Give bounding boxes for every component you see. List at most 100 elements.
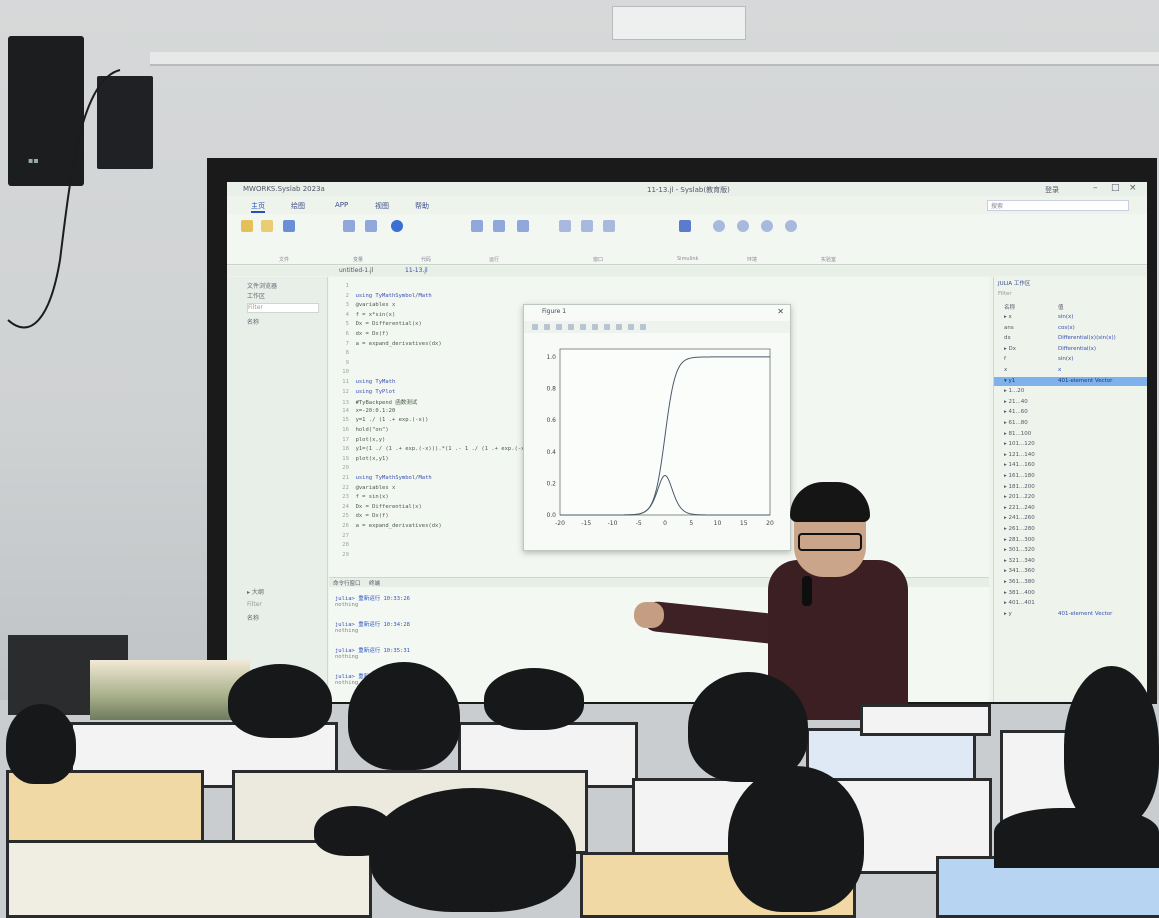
figure-plot[interactable]: -20 -15 -10 -5 0 5 10 15 20 0.0 0.2 0.4 0.6 0.8 1.0 [524,335,790,549]
workspace-row[interactable]: f sin(x) [994,355,1147,364]
figure-window[interactable]: Figure 1 ✕ -20 -15 -10 -5 0 5 10 15 20 0.0 0.2 0.4 0… [523,304,791,551]
console-rerun-link[interactable]: 重新运行 10:35:31 [358,648,410,654]
close-icon[interactable]: × [1129,183,1137,193]
figure-close-icon[interactable]: ✕ [777,307,784,316]
code-line[interactable]: 18 y1=(1 ./ (1 .+ exp.(-x))).*(1 .- 1 ./… [339,446,534,452]
code-line[interactable]: 24 Dx = Differential(x) [339,504,422,510]
workspace-row[interactable]: ▸ y 401-element Vector [994,610,1147,619]
code-line[interactable]: 15 y=1 ./ (1 .+ exp.(-x)) [339,417,428,423]
search-input[interactable]: 搜索 [987,200,1129,211]
figure-rotate-icon[interactable] [592,324,598,330]
tab-terminal[interactable]: 终端 [369,579,380,587]
menu-app[interactable]: APP [335,201,348,209]
code-line[interactable]: 3 @variables x [339,302,396,308]
code-line[interactable]: 1 [339,283,356,289]
preferences-icon[interactable] [713,220,725,232]
menu-plot[interactable]: 绘图 [291,201,305,211]
code-line[interactable]: 6 dx = Dx(f) [339,331,389,337]
code-line[interactable]: 26 a = expand_derivatives(dx) [339,523,441,529]
open-folder-icon[interactable] [261,220,273,232]
workspace-row[interactable]: ▸ 241...260 [994,514,1147,523]
community-icon[interactable] [761,220,773,232]
code-line[interactable]: 20 [339,465,356,471]
workspace-row[interactable]: ▸ 41...60 [994,408,1147,417]
figure-save-icon[interactable] [556,324,562,330]
figure-datatip-icon[interactable] [604,324,610,330]
code-line[interactable]: 17 plot(x,y) [339,437,385,443]
tab-command-window[interactable]: 命令行窗口 [333,579,361,587]
workspace-row[interactable]: ▸ 321...340 [994,557,1147,566]
workspace-row[interactable]: ▸ 161...180 [994,472,1147,481]
figure-colorbar-icon[interactable] [640,324,646,330]
workspace-row[interactable]: ▸ x sin(x) [994,313,1147,322]
code-line[interactable]: 12 using TyPlot [339,389,395,395]
step-icon[interactable] [493,220,505,232]
figure-open-icon[interactable] [544,324,550,330]
code-line[interactable]: 4 f = x*sin(x) [339,312,396,318]
figure-legend-icon[interactable] [628,324,634,330]
menu-home[interactable]: 主页 [251,201,265,213]
workspace-row[interactable]: ▸ 1...20 [994,387,1147,396]
code-line[interactable]: 11 using TyMath [339,379,395,385]
workspace-filter-input[interactable]: Filter [998,291,1012,297]
code-line[interactable]: 25 dx = Dx(f) [339,513,388,519]
split-icon[interactable] [603,220,615,232]
workspace-row[interactable]: ▸ 141...160 [994,461,1147,470]
workspace-row[interactable]: ▸ 361...380 [994,578,1147,587]
workspace-row[interactable]: ▸ 301...320 [994,546,1147,555]
code-line[interactable]: 5 Dx = Differential(x) [339,321,422,327]
login-link[interactable]: 登录 [1045,185,1059,195]
code-line[interactable]: 29 [339,552,356,558]
layout-icon[interactable] [559,220,571,232]
code-line[interactable]: 22 @variables x [339,485,395,491]
menu-view[interactable]: 视图 [375,201,389,211]
figure-grid-icon[interactable] [616,324,622,330]
maximize-icon[interactable]: □ [1111,183,1120,193]
import-data-icon[interactable] [343,220,355,232]
help-icon[interactable] [785,220,797,232]
path-icon[interactable] [737,220,749,232]
workspace-row[interactable]: ▸ 181...200 [994,483,1147,492]
save-workspace-icon[interactable] [365,220,377,232]
menu-help[interactable]: 帮助 [415,201,429,211]
console-rerun-link[interactable]: 重新运行 10:34:28 [358,622,410,628]
workspace-row[interactable]: ▸ 101...120 [994,440,1147,449]
code-line[interactable]: 13 #TyBackpend 函数测试 [339,398,417,406]
file-filter-input[interactable]: Filter [247,303,319,313]
console-rerun-link[interactable]: 重新运行 10:33:26 [358,596,410,602]
workspace-row[interactable]: ▸ 281...300 [994,536,1147,545]
figure-zoom-icon[interactable] [580,324,586,330]
save-icon[interactable] [283,220,295,232]
code-line[interactable]: 19 plot(x,y1) [339,456,388,462]
figure-new-icon[interactable] [532,324,538,330]
workspace-row[interactable]: ▸ 81...100 [994,430,1147,439]
workspace-row[interactable]: ▸ 261...280 [994,525,1147,534]
workspace-row[interactable]: ▸ 121...140 [994,451,1147,460]
workspace-row[interactable]: ▾ y1 401-element Vector [994,376,1147,386]
workspace-row[interactable]: ▸ 21...40 [994,398,1147,407]
workspace-row[interactable]: ▸ 201...220 [994,493,1147,502]
new-file-icon[interactable] [241,220,253,232]
workspace-row[interactable]: ▸ 61...80 [994,419,1147,428]
code-line[interactable]: 21 using TyMathSymbol/Math [339,475,431,481]
minimize-icon[interactable]: – [1093,183,1098,193]
step-in-icon[interactable] [517,220,529,232]
debug-icon[interactable] [471,220,483,232]
code-line[interactable]: 8 [339,350,356,356]
simulink-icon[interactable] [679,220,691,232]
workspace-row[interactable]: ▸ Dx Differential(x) [994,345,1147,354]
figure-pan-icon[interactable] [568,324,574,330]
workspace-row[interactable]: xx [994,366,1147,375]
outline-title[interactable]: ▸ 大纲 [247,587,264,596]
workspace-row[interactable]: ▸ 381...400 [994,589,1147,598]
code-line[interactable]: 7 a = expand_derivatives(dx) [339,341,442,347]
window-icon[interactable] [581,220,593,232]
code-line[interactable]: 28 [339,542,356,548]
code-line[interactable]: 16 hold("on") [339,427,388,433]
code-line[interactable]: 14 x=-20:0.1:20 [339,408,395,414]
code-line[interactable]: 10 [339,369,356,375]
code-line[interactable]: 2 using TyMathSymbol/Math [339,293,432,299]
outline-filter-input[interactable]: Filter [247,601,262,608]
workspace-row[interactable]: ▸ 221...240 [994,504,1147,513]
code-line[interactable]: 9 [339,360,356,366]
